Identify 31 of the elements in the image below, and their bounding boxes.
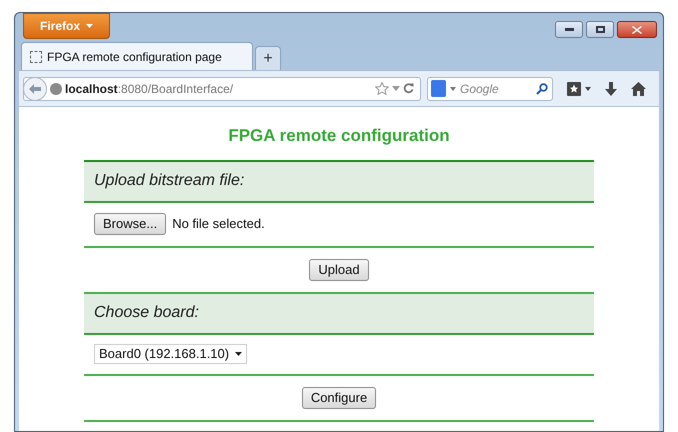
dropdown-caret-icon (235, 352, 242, 356)
reload-icon (403, 83, 414, 94)
configure-button[interactable]: Configure (302, 386, 376, 408)
search-icon (536, 82, 548, 94)
section-header: Choose board: (84, 294, 594, 334)
star-icon (375, 82, 389, 95)
upload-button[interactable]: Upload (309, 258, 369, 280)
section-header: Upload bitstream file: (84, 162, 594, 202)
back-arrow-icon (29, 84, 41, 94)
board-select[interactable]: Board0 (192.168.1.10) (94, 344, 248, 364)
search-field[interactable]: Google (427, 76, 553, 100)
download-icon[interactable] (605, 82, 617, 96)
close-button[interactable] (617, 21, 657, 38)
bookmarks-icon[interactable] (567, 82, 591, 96)
browser-tab[interactable]: FPGA remote configuration page (21, 42, 253, 70)
url-field[interactable]: localhost:8080/BoardInterface/ (23, 76, 421, 100)
dropdown-caret-icon (392, 86, 400, 91)
maximize-button[interactable] (586, 21, 614, 38)
page-icon (30, 50, 42, 62)
back-button[interactable] (23, 76, 47, 100)
close-icon (632, 26, 642, 34)
file-status: No file selected. (172, 215, 265, 234)
url-text: localhost:8080/BoardInterface/ (65, 80, 234, 98)
caret-icon (86, 24, 94, 28)
home-icon[interactable] (631, 82, 646, 96)
dropdown-caret-icon (450, 86, 456, 90)
search-placeholder: Google (460, 80, 500, 98)
browse-button[interactable]: Browse... (94, 213, 166, 235)
minimize-button[interactable] (555, 21, 583, 38)
page-title: FPGA remote configuration (227, 125, 451, 147)
new-tab-button[interactable]: + (255, 46, 281, 70)
